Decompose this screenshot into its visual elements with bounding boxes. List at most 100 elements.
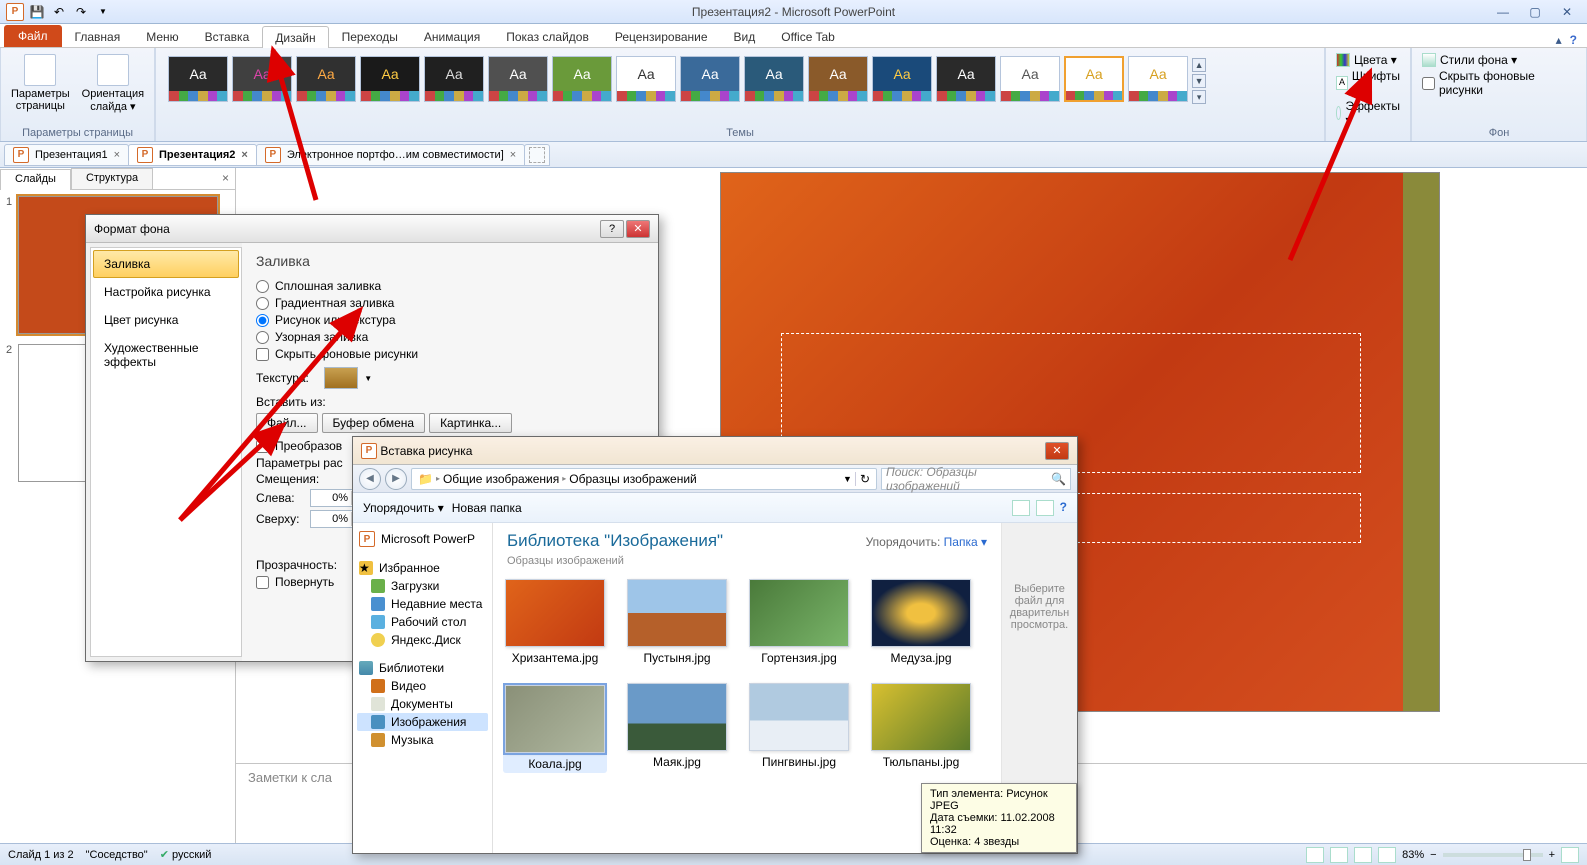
radio-solid-fill[interactable]: Сплошная заливка [256,279,644,293]
file-thumbnail[interactable]: Маяк.jpg [625,683,729,773]
document-tab[interactable]: PЭлектронное портфо…им совместимости]× [256,144,525,166]
undo-icon[interactable]: ↶ [50,3,68,21]
background-styles-button[interactable]: Стили фона ▾ [1418,52,1580,68]
tab-menu[interactable]: Меню [133,25,191,47]
hide-bg-checkbox[interactable]: Скрыть фоновые рисунки [1418,68,1580,98]
radio-pattern-fill[interactable]: Узорная заливка [256,330,644,344]
cat-artistic-effects[interactable]: Художественные эффекты [93,334,239,376]
nav-close-icon[interactable]: × [216,168,235,189]
tab-home[interactable]: Главная [62,25,134,47]
dialog-titlebar[interactable]: Формат фона ?✕ [86,215,658,243]
view-mode-dropdown[interactable] [1012,500,1030,516]
theme-thumb[interactable]: Aa [1000,56,1060,102]
refresh-icon[interactable]: ↻ [855,472,870,486]
zoom-in-icon[interactable]: + [1549,849,1555,861]
zoom-out-icon[interactable]: − [1430,849,1436,861]
side-favorites[interactable]: ★Избранное [357,559,488,577]
file-thumbnail[interactable]: Гортензия.jpg [747,579,851,665]
document-tab[interactable]: PПрезентация1× [4,144,129,166]
cat-fill[interactable]: Заливка [93,250,239,278]
themes-more[interactable]: ▾ [1192,90,1206,104]
themes-row-up[interactable]: ▲ [1192,58,1206,72]
theme-thumb[interactable]: Aa [1064,56,1124,102]
tab-close-icon[interactable]: × [241,149,247,161]
themes-gallery[interactable]: AaAaAaAaAaAaAaAaAaAaAaAaAaAaAaAa▲▼▾ [162,52,1318,108]
theme-thumb[interactable]: Aa [488,56,548,102]
cat-picture-color[interactable]: Цвет рисунка [93,306,239,334]
theme-thumb[interactable]: Aa [296,56,356,102]
nav-forward-icon[interactable]: ▶ [385,468,407,490]
view-reading-icon[interactable] [1354,847,1372,863]
side-desktop[interactable]: Рабочий стол [357,613,488,631]
maximize-button[interactable]: ▢ [1521,3,1549,21]
ip-close-button[interactable]: ✕ [1045,442,1069,460]
side-libraries[interactable]: Библиотеки [357,659,488,677]
dialog-close-button[interactable]: ✕ [626,220,650,238]
help-icon[interactable]: ? [1570,33,1577,47]
ribbon-minimize-icon[interactable]: ▴ [1556,33,1562,47]
file-thumbnail[interactable]: Коала.jpg [503,683,607,773]
status-lang[interactable]: ✔ русский [160,848,212,861]
file-thumbnail[interactable]: Тюльпаны.jpg [869,683,973,773]
tab-close-icon[interactable]: × [114,149,120,161]
tab-officetab[interactable]: Office Tab [768,25,848,47]
theme-thumb[interactable]: Aa [744,56,804,102]
side-videos[interactable]: Видео [357,677,488,695]
nav-back-icon[interactable]: ◀ [359,468,381,490]
ip-help-icon[interactable]: ? [1060,500,1067,516]
tab-animation[interactable]: Анимация [411,25,493,47]
file-thumbnail[interactable]: Хризантема.jpg [503,579,607,665]
theme-thumb[interactable]: Aa [232,56,292,102]
tab-slideshow[interactable]: Показ слайдов [493,25,602,47]
theme-thumb[interactable]: Aa [936,56,996,102]
qat-dropdown-icon[interactable]: ▼ [94,3,112,21]
theme-thumb[interactable]: Aa [424,56,484,102]
save-icon[interactable]: 💾 [28,3,46,21]
side-yandex-disk[interactable]: Яндекс.Диск [357,631,488,649]
file-thumbnail[interactable]: Медуза.jpg [869,579,973,665]
page-setup-button[interactable]: Параметры страницы [7,52,74,115]
side-pictures[interactable]: Изображения [357,713,488,731]
insert-from-clipboard-button[interactable]: Буфер обмена [322,413,426,433]
view-sorter-icon[interactable] [1330,847,1348,863]
file-thumbnail[interactable]: Пингвины.jpg [747,683,851,773]
ip-titlebar[interactable]: P Вставка рисунка ✕ [353,437,1077,465]
document-tab[interactable]: PПрезентация2× [128,144,257,166]
colors-button[interactable]: Цвета ▾ [1332,52,1404,68]
redo-icon[interactable]: ↷ [72,3,90,21]
file-tab[interactable]: Файл [4,25,62,47]
view-slideshow-icon[interactable] [1378,847,1396,863]
tab-view[interactable]: Вид [721,25,769,47]
tab-review[interactable]: Рецензирование [602,25,721,47]
cat-picture-corrections[interactable]: Настройка рисунка [93,278,239,306]
effects-button[interactable]: Эффекты ▾ [1332,98,1404,128]
fit-window-icon[interactable] [1561,847,1579,863]
preview-toggle[interactable] [1036,500,1054,516]
nav-tab-slides[interactable]: Слайды [0,169,71,190]
side-music[interactable]: Музыка [357,731,488,749]
radio-picture-texture[interactable]: Рисунок или текстура [256,313,644,327]
insert-from-clipart-button[interactable]: Картинка... [429,413,512,433]
theme-thumb[interactable]: Aa [552,56,612,102]
breadcrumb[interactable]: 📁 ▸Общие изображения ▸Образцы изображени… [411,468,877,490]
theme-thumb[interactable]: Aa [872,56,932,102]
tab-transitions[interactable]: Переходы [329,25,411,47]
theme-thumb[interactable]: Aa [616,56,676,102]
zoom-level[interactable]: 83% [1402,849,1424,861]
nav-tab-outline[interactable]: Структура [71,168,153,189]
dialog-help-icon[interactable]: ? [600,220,624,238]
minimize-button[interactable]: — [1489,3,1517,21]
tab-insert[interactable]: Вставка [192,25,263,47]
close-button[interactable]: ✕ [1553,3,1581,21]
side-powerpoint[interactable]: PMicrosoft PowerP [357,529,488,549]
new-folder-button[interactable]: Новая папка [452,501,522,515]
theme-thumb[interactable]: Aa [808,56,868,102]
new-tab-button[interactable] [524,144,550,166]
insert-from-file-button[interactable]: Файл... [256,413,318,433]
check-hide-bg[interactable]: Скрыть фоновые рисунки [256,347,644,361]
themes-row-down[interactable]: ▼ [1192,74,1206,88]
side-recent[interactable]: Недавние места [357,595,488,613]
tab-design[interactable]: Дизайн [262,26,328,48]
theme-thumb[interactable]: Aa [360,56,420,102]
ip-search-input[interactable]: Поиск: Образцы изображений🔍 [881,468,1071,490]
